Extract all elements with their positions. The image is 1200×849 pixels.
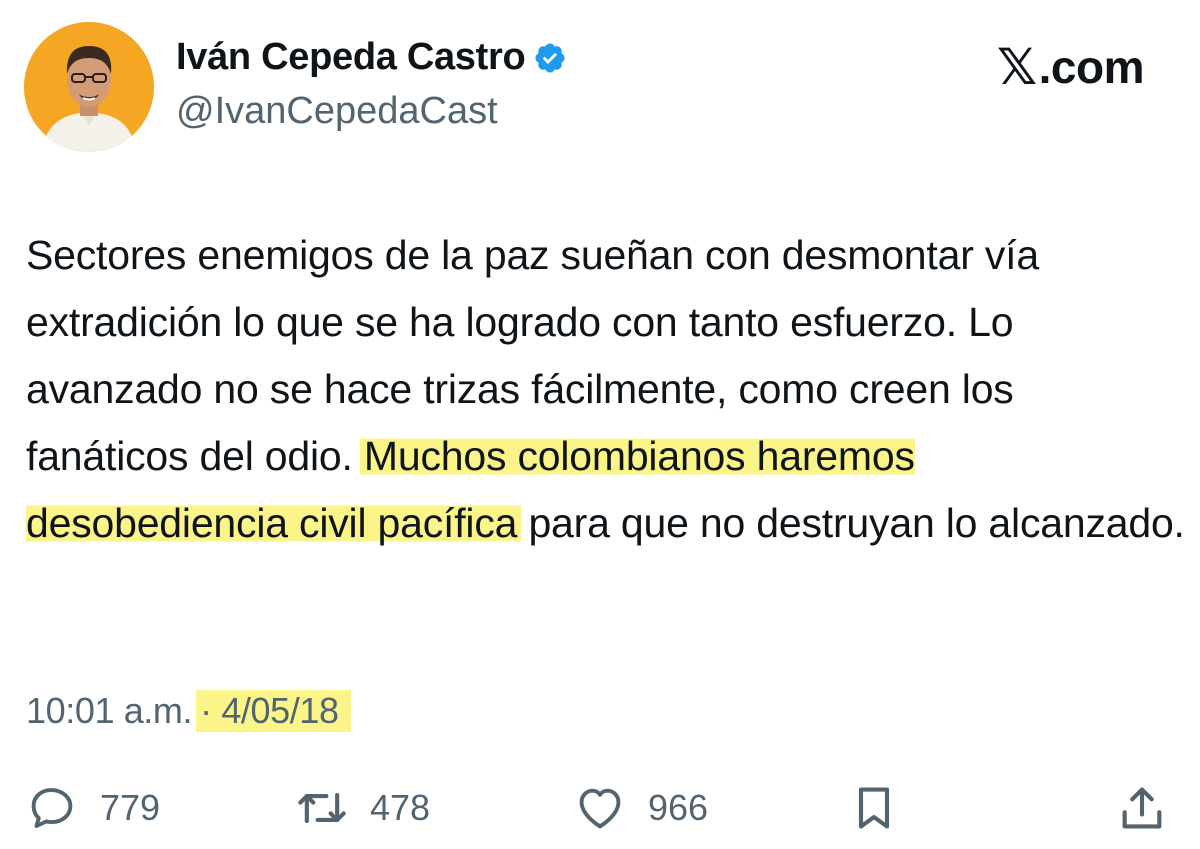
reply-count: 779 xyxy=(100,787,161,828)
share-button[interactable] xyxy=(1116,778,1168,838)
avatar-portrait-icon xyxy=(24,22,154,152)
brand-logo: 𝕏 .com xyxy=(996,38,1145,96)
tweet-date[interactable]: 4/05/18 xyxy=(221,690,339,731)
tweet-time[interactable]: 10:01 a.m. xyxy=(26,690,193,732)
retweet-icon xyxy=(298,792,346,824)
handle[interactable]: @IvanCepedaCast xyxy=(176,90,498,133)
action-bar: 779 478 966 xyxy=(26,778,1176,838)
verified-badge-icon[interactable] xyxy=(533,41,567,75)
tweet-header: Iván Cepeda Castro @IvanCepedaCast 𝕏 .co… xyxy=(24,22,1176,152)
bookmark-icon xyxy=(858,787,890,829)
bookmark-button[interactable] xyxy=(848,778,900,838)
name-row: Iván Cepeda Castro xyxy=(176,36,567,79)
meta-separator: · xyxy=(200,690,212,731)
x-logo-icon: 𝕏 xyxy=(996,39,1037,95)
reply-button[interactable]: 779 xyxy=(26,778,160,838)
share-icon xyxy=(1122,787,1162,829)
avatar[interactable] xyxy=(24,22,154,152)
tweet-text: Sectores enemigos de la paz sueñan con d… xyxy=(26,222,1186,557)
retweet-count: 478 xyxy=(370,787,431,828)
like-button[interactable]: 966 xyxy=(574,778,708,838)
retweet-button[interactable]: 478 xyxy=(296,778,430,838)
heart-icon xyxy=(579,788,621,829)
display-name[interactable]: Iván Cepeda Castro xyxy=(176,36,526,79)
tweet-meta: 10:01 a.m. · 4/05/18 xyxy=(26,690,351,732)
tweet-date-highlight: · 4/05/18 xyxy=(196,690,351,732)
reply-icon xyxy=(31,788,73,828)
tweet-text-end: para que no destruyan lo alcanzado. xyxy=(517,500,1185,546)
brand-suffix: .com xyxy=(1038,41,1145,93)
like-count: 966 xyxy=(648,787,709,828)
